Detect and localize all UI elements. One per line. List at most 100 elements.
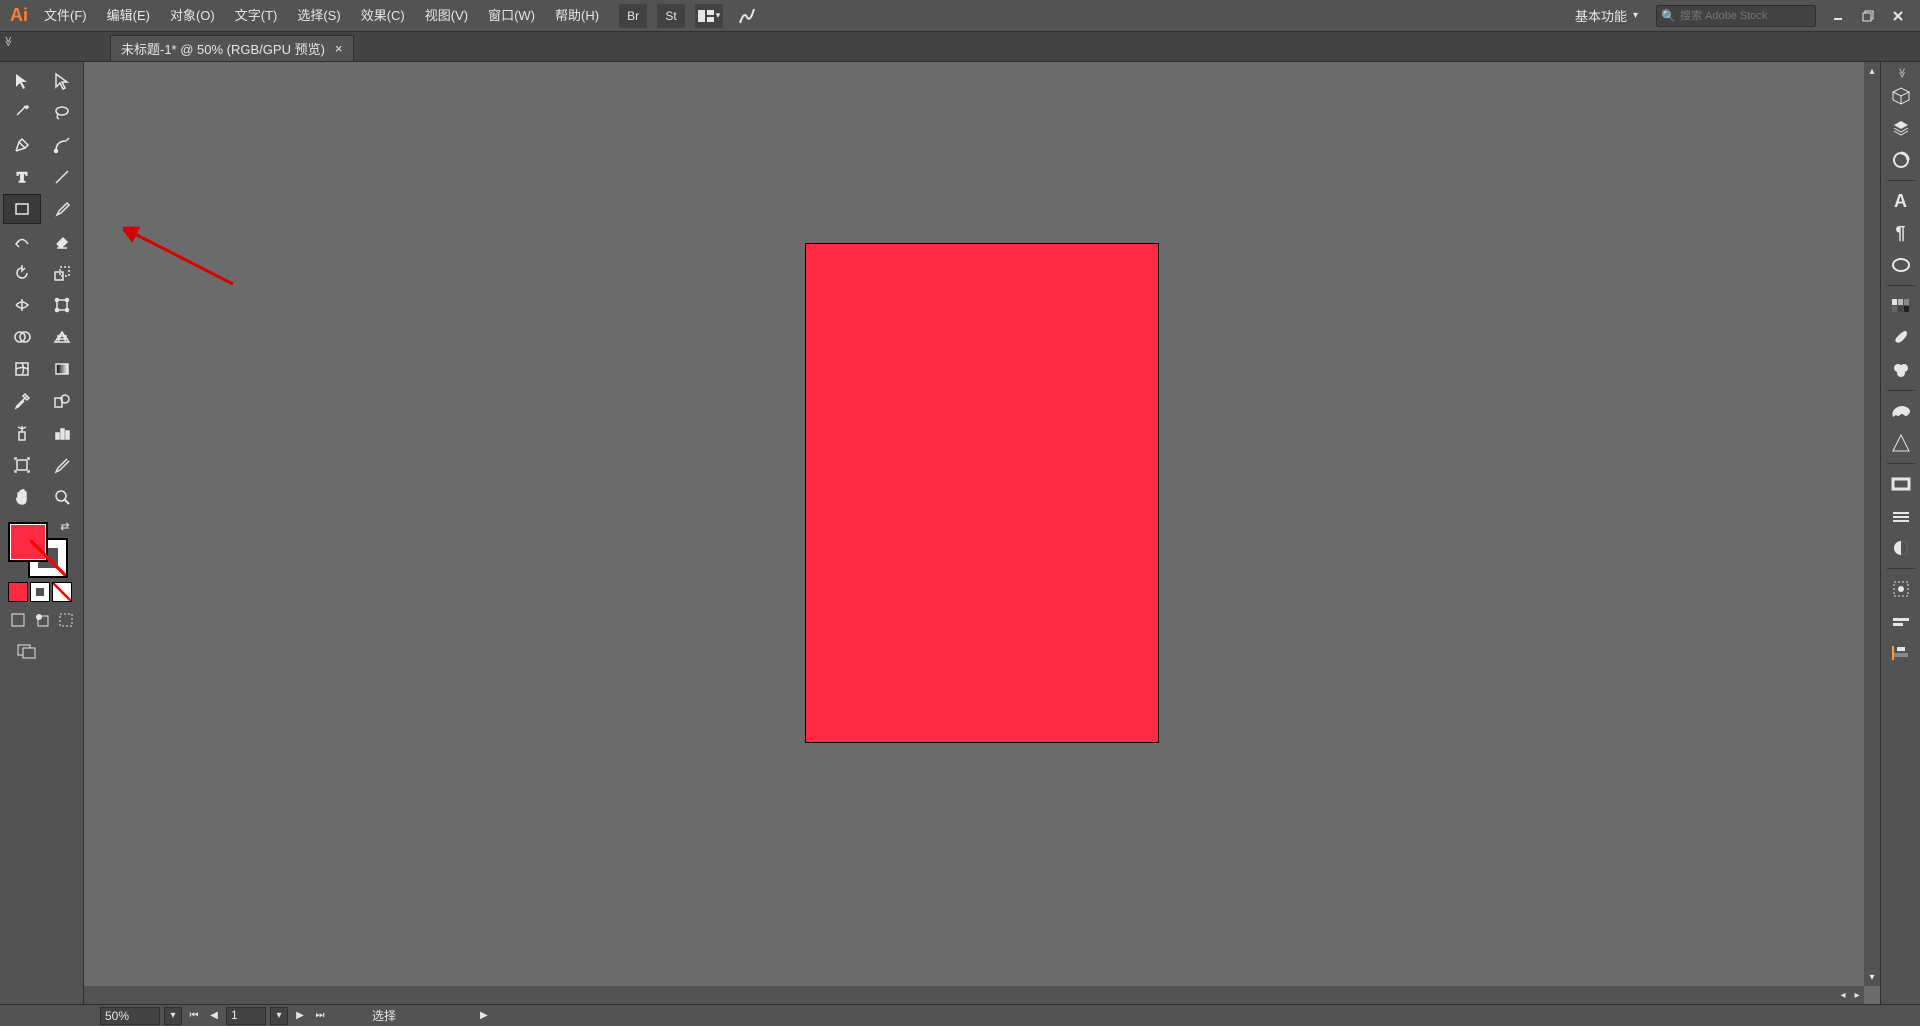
toolbox-collapse-handle[interactable]: ≪ <box>4 36 15 46</box>
properties-panel-icon[interactable] <box>1883 80 1919 112</box>
color-panel-icon[interactable] <box>1883 395 1919 427</box>
screen-mode-button[interactable] <box>8 638 46 666</box>
menu-select[interactable]: 选择(S) <box>287 0 350 32</box>
none-mode-button[interactable] <box>52 582 72 602</box>
artboard-tool[interactable] <box>3 450 41 480</box>
swatches-panel-icon[interactable] <box>1883 290 1919 322</box>
document-tab[interactable]: 未标题-1* @ 50% (RGB/GPU 预览) × <box>110 35 354 61</box>
magic-wand-tool[interactable] <box>3 98 41 128</box>
artboard[interactable] <box>805 243 1159 743</box>
zoom-tool[interactable] <box>43 482 81 512</box>
eyedropper-tool[interactable] <box>3 386 41 416</box>
prev-artboard-button[interactable]: ◀ <box>206 1008 222 1024</box>
search-icon: 🔍 <box>1661 9 1676 23</box>
menu-help[interactable]: 帮助(H) <box>545 0 609 32</box>
paintbrush-tool[interactable] <box>43 194 81 224</box>
transparency-panel-icon[interactable] <box>1883 532 1919 564</box>
gradient-tool[interactable] <box>43 354 81 384</box>
shaper-tool[interactable] <box>3 226 41 256</box>
draw-behind-button[interactable] <box>32 610 52 630</box>
close-button[interactable] <box>1886 7 1910 25</box>
fill-stroke-swatch[interactable]: ⇄ <box>8 522 68 578</box>
rotate-tool[interactable] <box>3 258 41 288</box>
direct-selection-tool[interactable] <box>43 66 81 96</box>
color-mode-button[interactable] <box>8 582 28 602</box>
restore-button[interactable] <box>1856 7 1880 25</box>
graphic-styles-panel-icon[interactable] <box>1883 605 1919 637</box>
artboard-dropdown[interactable]: ▾ <box>270 1007 288 1025</box>
arrange-docs-button[interactable]: ▾ <box>695 4 723 28</box>
libraries-panel-icon[interactable] <box>1883 144 1919 176</box>
layers-panel-icon[interactable] <box>1883 112 1919 144</box>
align-panel-icon[interactable] <box>1883 637 1919 669</box>
curvature-tool[interactable] <box>43 130 81 160</box>
menu-window[interactable]: 窗口(W) <box>478 0 545 32</box>
minimize-button[interactable] <box>1826 7 1850 25</box>
paragraph-panel-icon[interactable]: ¶ <box>1883 217 1919 249</box>
free-transform-tool[interactable] <box>43 290 81 320</box>
document-tab-title: 未标题-1* @ 50% (RGB/GPU 预览) <box>121 39 325 58</box>
menu-object[interactable]: 对象(O) <box>160 0 225 32</box>
close-tab-icon[interactable]: × <box>335 41 343 56</box>
canvas-area[interactable]: ▴ ▾ ◂ ▸ <box>84 62 1880 1004</box>
draw-inside-button[interactable] <box>56 610 76 630</box>
line-segment-tool[interactable] <box>43 162 81 192</box>
swap-fill-stroke-icon[interactable]: ⇄ <box>60 520 69 533</box>
stock-search-input[interactable] <box>1680 10 1811 22</box>
scroll-left-icon[interactable]: ◂ <box>1836 988 1850 1002</box>
shape-builder-tool[interactable] <box>3 322 41 352</box>
right-dock-collapse-handle[interactable]: ≫ <box>1894 68 1908 78</box>
bridge-button[interactable]: Br <box>619 4 647 28</box>
menu-edit[interactable]: 编辑(E) <box>97 0 160 32</box>
artboard-number[interactable]: 1 <box>226 1007 266 1025</box>
first-artboard-button[interactable]: ⏮ <box>186 1008 202 1024</box>
blend-tool[interactable] <box>43 386 81 416</box>
eraser-tool[interactable] <box>43 226 81 256</box>
menu-view[interactable]: 视图(V) <box>415 0 478 32</box>
workspace-switcher[interactable]: 基本功能 ▾ <box>1565 6 1648 25</box>
mesh-tool[interactable] <box>3 354 41 384</box>
rectangle-tool[interactable] <box>3 194 41 224</box>
chevron-down-icon: ▾ <box>1633 10 1638 21</box>
selection-tool[interactable] <box>3 66 41 96</box>
stock-button[interactable]: St <box>657 4 685 28</box>
slice-tool[interactable] <box>43 450 81 480</box>
horizontal-scrollbar[interactable]: ◂ ▸ <box>84 986 1864 1004</box>
perspective-grid-tool[interactable] <box>43 322 81 352</box>
stock-search[interactable]: 🔍 <box>1656 5 1816 27</box>
column-graph-tool[interactable] <box>43 418 81 448</box>
width-tool[interactable] <box>3 290 41 320</box>
next-artboard-button[interactable]: ▶ <box>292 1008 308 1024</box>
brushes-panel-icon[interactable] <box>1883 322 1919 354</box>
scale-tool[interactable] <box>43 258 81 288</box>
menu-effect[interactable]: 效果(C) <box>351 0 415 32</box>
character-panel-icon[interactable]: A <box>1883 185 1919 217</box>
appearance-panel-icon[interactable] <box>1883 573 1919 605</box>
stroke-swatch[interactable] <box>28 538 68 578</box>
zoom-level[interactable]: 50% <box>100 1007 160 1025</box>
lasso-tool[interactable] <box>43 98 81 128</box>
draw-normal-button[interactable] <box>8 610 28 630</box>
menu-type[interactable]: 文字(T) <box>225 0 288 32</box>
opentype-panel-icon[interactable] <box>1883 249 1919 281</box>
gradient-mode-button[interactable] <box>30 582 50 602</box>
pen-tool[interactable] <box>3 130 41 160</box>
symbols-panel-icon[interactable] <box>1883 354 1919 386</box>
gpu-preview-icon[interactable] <box>733 4 761 28</box>
status-menu-button[interactable]: ▶ <box>480 1010 488 1021</box>
symbol-sprayer-tool[interactable] <box>3 418 41 448</box>
gradient-panel-icon[interactable] <box>1883 500 1919 532</box>
color-guide-panel-icon[interactable] <box>1883 427 1919 459</box>
window-controls <box>1826 7 1916 25</box>
menu-file[interactable]: 文件(F) <box>34 0 97 32</box>
hand-tool[interactable] <box>3 482 41 512</box>
scroll-up-icon[interactable]: ▴ <box>1865 64 1879 78</box>
scroll-down-icon[interactable]: ▾ <box>1865 970 1879 984</box>
vertical-scrollbar[interactable]: ▴ ▾ <box>1864 62 1880 986</box>
zoom-dropdown[interactable]: ▾ <box>164 1007 182 1025</box>
type-tool[interactable]: T <box>3 162 41 192</box>
annotation-arrow <box>123 224 243 294</box>
stroke-panel-icon[interactable] <box>1883 468 1919 500</box>
scroll-right-icon[interactable]: ▸ <box>1850 988 1864 1002</box>
last-artboard-button[interactable]: ⏭ <box>312 1008 328 1024</box>
